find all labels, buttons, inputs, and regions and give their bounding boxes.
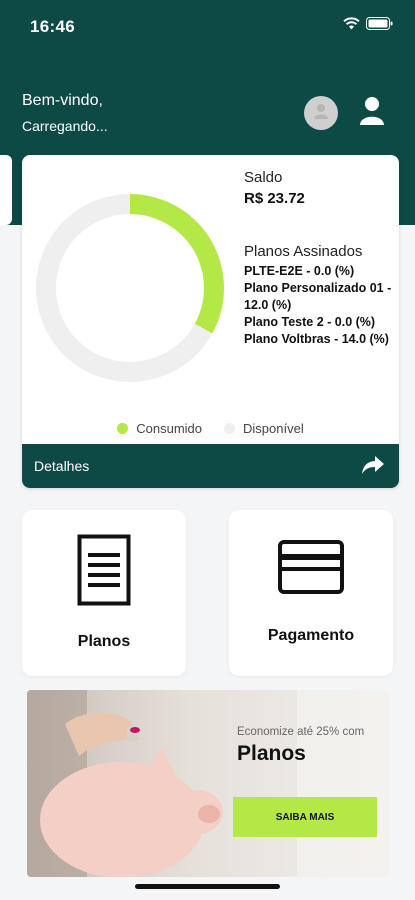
promo-subtitle: Economize até 25% com xyxy=(237,726,365,738)
status-time: 16:46 xyxy=(30,17,75,36)
balance-card: Saldo R$ 23.72 Planos Assinados PLTE-E2E… xyxy=(22,155,399,488)
battery-icon xyxy=(366,17,393,35)
legend-available-label: Disponível xyxy=(243,421,304,436)
greeting-text: Bem-vindo, xyxy=(22,92,103,109)
legend-consumed: Consumido xyxy=(117,421,202,436)
promo-title: Planos xyxy=(237,742,306,765)
balance-donut-chart xyxy=(36,194,224,382)
avatar-icon xyxy=(312,102,330,125)
plan-item: PLTE-E2E - 0.0 (%) xyxy=(244,264,355,278)
share-arrow-icon xyxy=(361,455,385,478)
plans-tile-label: Planos xyxy=(77,633,131,650)
loading-text: Carregando... xyxy=(22,118,108,134)
details-label: Detalhes xyxy=(34,458,90,474)
avatar[interactable] xyxy=(304,96,338,130)
payment-tile[interactable]: Pagamento xyxy=(229,510,393,676)
payment-tile-label: Pagamento xyxy=(267,627,355,644)
status-icons xyxy=(343,17,393,35)
home-indicator xyxy=(135,884,280,889)
promo-banner[interactable]: Economize até 25% com Planos SAIBA MAIS xyxy=(27,690,389,877)
previous-card-peek[interactable] xyxy=(0,155,12,225)
user-icon xyxy=(359,96,385,131)
plan-item: Plano Voltbras - 14.0 (%) xyxy=(244,332,389,346)
learn-more-button[interactable]: SAIBA MAIS xyxy=(233,797,377,837)
legend-available: Disponível xyxy=(224,421,304,436)
chart-legend: Consumido Disponível xyxy=(22,421,399,436)
document-icon xyxy=(77,534,131,611)
credit-card-icon xyxy=(278,540,344,599)
status-bar: 16:46 xyxy=(0,0,415,50)
profile-button[interactable] xyxy=(356,96,388,130)
available-dot-icon xyxy=(224,423,236,434)
subscribed-plans-title: Planos Assinados xyxy=(244,243,363,260)
balance-label: Saldo xyxy=(244,169,283,186)
consumed-dot-icon xyxy=(117,423,129,434)
plan-item: Plano Teste 2 - 0.0 (%) xyxy=(244,315,376,329)
balance-value: R$ 23.72 xyxy=(244,190,305,207)
wifi-icon xyxy=(343,17,360,35)
details-button[interactable]: Detalhes xyxy=(22,444,399,488)
plans-tile[interactable]: Planos xyxy=(22,510,186,676)
subscribed-plans-list: PLTE-E2E - 0.0 (%) Plano Personalizado 0… xyxy=(244,263,394,348)
legend-consumed-label: Consumido xyxy=(136,421,203,436)
piggy-bank-illustration xyxy=(27,690,389,877)
plan-item: Plano Personalizado 01 - 12.0 (%) xyxy=(244,281,392,312)
